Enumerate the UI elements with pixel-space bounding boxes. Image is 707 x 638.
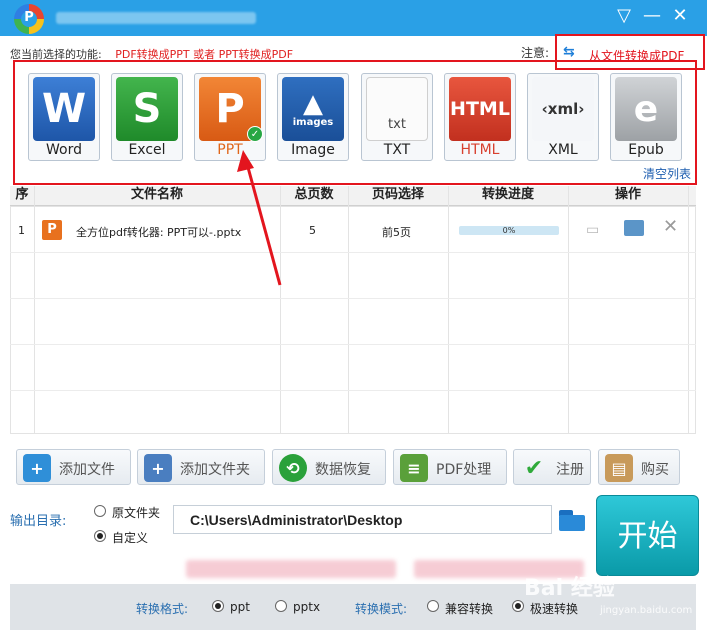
custom-folder-radio[interactable]	[94, 530, 106, 542]
chevron-down-icon[interactable]: ▽	[612, 4, 636, 28]
delete-icon[interactable]: ✕	[663, 216, 678, 237]
format-html-button[interactable]: HTML HTML	[444, 73, 516, 161]
format-word-button[interactable]: W Word	[28, 73, 100, 161]
pdf-process-button[interactable]: ≡ PDF处理	[393, 449, 507, 485]
format-excel-button[interactable]: S Excel	[111, 73, 183, 161]
source-folder-label: 原文件夹	[112, 506, 161, 520]
format-epub-button[interactable]: e Epub	[610, 73, 682, 161]
format-txt-button[interactable]: txt TXT	[361, 73, 433, 161]
format-ppt-radio[interactable]	[212, 600, 224, 612]
notice-label: 注意:	[521, 46, 550, 60]
file-name: 全方位pdf转化器: PPT可以-.pptx	[76, 226, 242, 239]
progress-bar: 0%	[459, 226, 559, 235]
custom-folder-label: 自定义	[112, 531, 149, 545]
close-button[interactable]: ✕	[668, 4, 692, 28]
output-dir-label: 输出目录:	[10, 514, 67, 529]
shopping-bag-icon: ▤	[605, 454, 633, 482]
txt-icon: txt	[366, 77, 428, 141]
data-restore-button[interactable]: ⟲ 数据恢复	[272, 449, 386, 485]
format-option-label: 转换格式:	[136, 602, 189, 616]
column-header: 文件名称	[130, 187, 183, 202]
baidu-watermark: Bai 经验	[524, 576, 615, 601]
page-range[interactable]: 前5页	[382, 224, 411, 240]
source-folder-radio[interactable]	[94, 505, 106, 517]
pptx-file-icon: P	[42, 220, 62, 240]
minimize-button[interactable]: —	[640, 4, 664, 28]
add-folder-icon: +	[144, 454, 172, 482]
format-label: HTML	[460, 142, 500, 158]
row-index: 1	[18, 224, 25, 237]
mode-fast-label: 极速转换	[530, 602, 579, 616]
column-header: 总页数	[294, 187, 334, 202]
format-label: TXT	[383, 142, 411, 158]
app-title-blurred	[56, 12, 256, 24]
restore-icon: ⟲	[279, 454, 307, 482]
mode-fast-radio[interactable]	[512, 600, 524, 612]
swap-arrows-icon: ⇆	[563, 44, 575, 60]
register-button[interactable]: ✔ 注册	[513, 449, 591, 485]
selected-check-icon: ✓	[247, 126, 263, 142]
format-ppt-button[interactable]: P ✓ PPT	[194, 73, 266, 161]
baidu-watermark-url: jingyan.baidu.com	[600, 605, 693, 616]
clear-list-link[interactable]: 清空列表	[643, 165, 691, 182]
title-bar: P ▽ — ✕	[0, 0, 707, 36]
format-xml-button[interactable]: ‹xml› XML	[527, 73, 599, 161]
format-pptx-label: pptx	[293, 600, 321, 614]
start-button[interactable]: 开始	[596, 495, 699, 576]
browse-folder-icon[interactable]	[557, 508, 587, 532]
format-pptx-radio[interactable]	[275, 600, 287, 612]
table-header: 序 文件名称 总页数 页码选择 转换进度 操作	[10, 186, 696, 206]
mode-option-label: 转换模式:	[355, 602, 408, 616]
column-header: 页码选择	[371, 187, 424, 202]
format-label: PPT	[217, 142, 243, 158]
format-ppt-label: ppt	[230, 600, 250, 614]
image-icon: ▲ images	[282, 77, 344, 141]
excel-icon: S	[116, 77, 178, 141]
add-file-icon: +	[23, 454, 51, 482]
column-header: 序	[15, 187, 29, 202]
column-header: 操作	[614, 187, 641, 202]
document-icon: ≡	[400, 454, 428, 482]
format-label: Epub	[628, 142, 664, 158]
format-label: Word	[46, 142, 82, 158]
mode-compat-label: 兼容转换	[445, 602, 494, 616]
folder-icon[interactable]	[624, 220, 644, 236]
add-folder-button[interactable]: + 添加文件夹	[137, 449, 265, 485]
app-logo: P	[14, 4, 44, 34]
add-file-button[interactable]: + 添加文件	[16, 449, 131, 485]
blurred-banner	[186, 560, 396, 578]
file-table	[10, 206, 696, 434]
html-icon: HTML	[449, 77, 511, 141]
checkmark-icon: ✔	[524, 455, 544, 481]
printer-icon[interactable]: ▭	[586, 222, 599, 238]
format-label: XML	[548, 142, 578, 158]
format-label: Excel	[128, 142, 166, 158]
mode-compat-radio[interactable]	[427, 600, 439, 612]
buy-button[interactable]: ▤ 购买	[598, 449, 680, 485]
column-header: 转换进度	[481, 187, 534, 202]
xml-icon: ‹xml›	[532, 77, 594, 141]
epub-icon: e	[615, 77, 677, 141]
format-label: Image	[291, 142, 335, 158]
format-image-button[interactable]: ▲ images Image	[277, 73, 349, 161]
page-count: 5	[309, 224, 316, 237]
output-path-input[interactable]: C:\Users\Administrator\Desktop	[173, 505, 552, 534]
word-icon: W	[33, 77, 95, 141]
